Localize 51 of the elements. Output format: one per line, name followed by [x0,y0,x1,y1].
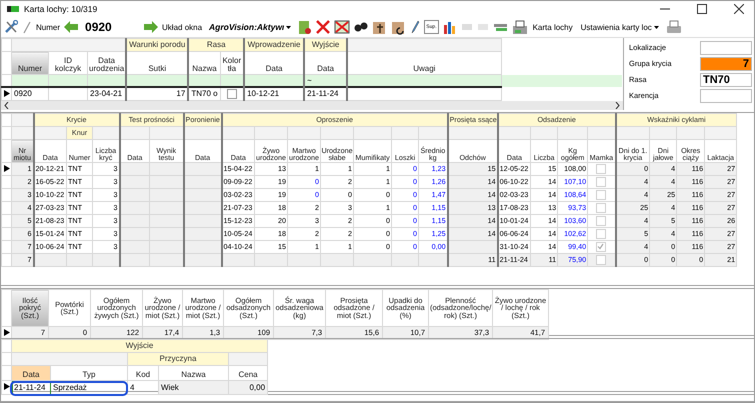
chart-icon[interactable] [442,20,457,34]
detail-field[interactable] [700,88,752,102]
caret-icon [654,26,659,28]
forward-arrow-icon[interactable] [144,21,158,33]
delete-icon[interactable] [316,20,330,34]
column-header[interactable]: Typ [50,366,128,380]
save-layout-icon[interactable] [298,20,312,34]
checkbox[interactable] [596,255,606,265]
checkbox[interactable] [596,190,606,200]
number-label: Numer [36,22,60,32]
scroll-right-icon[interactable] [615,102,620,109]
checkbox[interactable] [596,229,606,239]
layout-label: Układ okna [162,22,202,32]
current-row-icon [4,328,10,336]
table-cell: 0,00 [228,380,268,394]
column-group-header: Rasa [188,38,244,52]
printer-icon[interactable] [666,20,682,34]
column-group-header: Przyczyna [128,352,228,366]
checkbox[interactable] [596,164,606,174]
column-header[interactable]: Data [12,366,50,380]
table-cell: Sprzedaż [50,380,128,394]
fax-icon[interactable] [512,20,528,34]
checkbox[interactable] [596,242,606,252]
back-arrow-icon[interactable] [64,21,78,33]
close-icon[interactable] [734,4,744,14]
app-icon [7,6,19,12]
caret-icon [286,26,292,28]
sow-card-button[interactable]: Karta lochy [532,20,574,34]
checkbox[interactable] [596,177,606,187]
detail-field[interactable] [700,40,752,54]
pen-icon[interactable] [410,20,420,34]
column-group-header: Wyjście [12,340,268,352]
column-group-header: Wprowadzenie [244,38,304,52]
checkbox[interactable] [226,89,237,99]
checkbox[interactable] [596,216,606,226]
checkbox[interactable] [596,203,606,213]
column-group-header: Warunki porodu [126,38,188,52]
detail-field[interactable]: TN70 [700,72,752,86]
current-row-icon [4,164,10,172]
column-group-header: Wyjście [304,38,348,52]
table-cell: Wiek [158,380,228,394]
detail-field[interactable]: 7 [700,56,752,70]
window-title: Karta lochy: 10/319 [24,4,98,14]
current-row-icon [4,383,10,390]
scroll-left-icon[interactable] [4,102,9,109]
current-row-icon [4,90,10,96]
delete-grid-icon[interactable] [334,20,350,34]
column-header[interactable]: Numer [12,52,48,74]
tools-icon[interactable] [4,20,18,34]
maximize-icon[interactable] [697,4,707,14]
column-header[interactable]: Kod [128,366,158,380]
